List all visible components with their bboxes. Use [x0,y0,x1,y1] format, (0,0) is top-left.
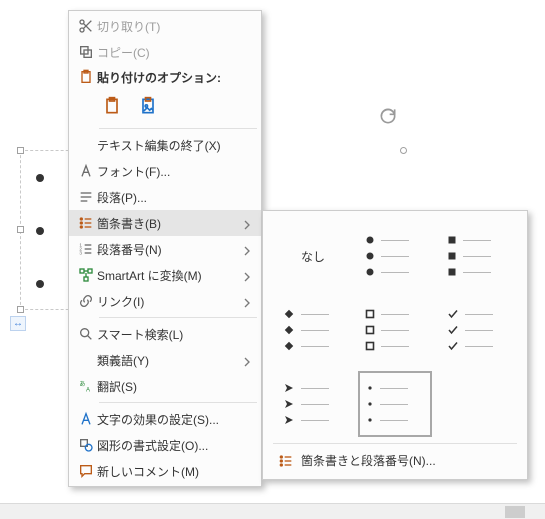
menu-format-shape[interactable]: 図形の書式設定(O)... [69,432,261,458]
menu-separator [99,128,257,129]
menu-label: 段落番号(N) [97,241,243,258]
menu-paragraph[interactable]: 段落(P)... [69,184,261,210]
context-menu: 切り取り(T) コピー(C) 貼り付けのオプション: テキスト編集の終了( [68,10,262,487]
scrollbar-thumb[interactable] [505,506,525,518]
search-icon [75,326,97,342]
clipboard-icon [75,69,97,85]
bullet-option-check[interactable] [440,297,514,363]
chevron-right-icon [239,243,255,259]
comment-icon [75,463,97,479]
menu-label: 類義語(Y) [97,352,243,369]
paste-options-header: 貼り付けのオプション: [69,65,261,89]
copy-icon [75,44,97,60]
menu-numbering[interactable]: 123 段落番号(N) [69,236,261,262]
menu-thesaurus[interactable]: 類義語(Y) [69,347,261,373]
horizontal-scrollbar[interactable] [0,503,545,519]
font-icon [75,163,97,179]
bullet-option-hollow-square[interactable] [358,297,432,363]
chevron-right-icon [239,295,255,311]
numbering-icon: 123 [75,241,97,257]
paste-options-row [69,89,261,125]
bullet-option-diamond[interactable] [276,297,350,363]
svg-text:3: 3 [79,250,82,255]
bullet-option-disc[interactable] [358,223,432,289]
bullets-icon [277,453,295,469]
menu-text-effects[interactable]: 文字の効果の設定(S)... [69,406,261,432]
gallery-more-label: 箇条書きと段落番号(N)... [301,452,436,469]
menu-label: スマート検索(L) [97,326,243,343]
menu-label: 切り取り(T) [97,18,243,35]
resize-handle[interactable] [17,147,24,154]
svg-text:あ: あ [79,381,85,388]
menu-exit-text-edit[interactable]: テキスト編集の終了(X) [69,132,261,158]
svg-text:A: A [86,387,90,393]
resize-handle[interactable] [17,306,24,313]
smartart-icon [75,267,97,283]
menu-label: SmartArt に変換(M) [97,267,243,284]
menu-label: 文字の効果の設定(S)... [97,411,243,428]
menu-label: リンク(I) [97,293,243,310]
menu-label: テキスト編集の終了(X) [97,137,243,154]
format-shape-icon [75,437,97,453]
bullet-dot [36,280,44,288]
menu-separator [99,317,257,318]
menu-translate[interactable]: あA 翻訳(S) [69,373,261,399]
menu-bullets[interactable]: 箇条書き(B) [69,210,261,236]
bullets-icon [75,215,97,231]
menu-label: 貼り付けのオプション: [97,69,221,86]
bullet-dot [36,227,44,235]
menu-label: 段落(P)... [97,189,243,206]
menu-label: 翻訳(S) [97,378,243,395]
menu-cut[interactable]: 切り取り(T) [69,13,261,39]
menu-new-comment[interactable]: 新しいコメント(M) [69,458,261,484]
scissors-icon [75,18,97,34]
menu-label: 箇条書き(B) [97,215,243,232]
menu-separator [99,402,257,403]
link-icon [75,293,97,309]
paragraph-icon [75,189,97,205]
menu-label: 新しいコメント(M) [97,463,243,480]
menu-label: フォント(F)... [97,163,243,180]
menu-link[interactable]: リンク(I) [69,288,261,314]
chevron-right-icon [239,354,255,370]
menu-font[interactable]: フォント(F)... [69,158,261,184]
translate-icon: あA [75,378,97,394]
menu-copy[interactable]: コピー(C) [69,39,261,65]
menu-smart-lookup[interactable]: スマート検索(L) [69,321,261,347]
bullet-option-dot[interactable] [358,371,432,437]
bullet-gallery: なし 箇条書きと段落番号(N)... [262,210,528,480]
bullet-dot [36,174,44,182]
menu-convert-smartart[interactable]: SmartArt に変換(M) [69,262,261,288]
bullet-option-square[interactable] [440,223,514,289]
ruler-indent-marker[interactable]: ↔ [10,316,26,331]
menu-label: 図形の書式設定(O)... [97,437,243,454]
paste-picture[interactable] [135,93,161,119]
resize-handle[interactable] [17,226,24,233]
menu-label: コピー(C) [97,44,243,61]
connection-handle[interactable] [400,147,407,154]
bullet-option-none[interactable]: なし [276,223,350,289]
chevron-right-icon [239,269,255,285]
paste-keep-formatting[interactable] [99,93,125,119]
slide-canvas: ↔ 切り取り(T) コピー(C) 貼り付けのオプション: [0,0,545,519]
bullet-option-arrow[interactable] [276,371,350,437]
gallery-more-bullets[interactable]: 箇条書きと段落番号(N)... [273,443,517,471]
chevron-right-icon [239,217,255,233]
text-effects-icon [75,411,97,427]
rotate-handle-icon[interactable] [378,106,398,129]
